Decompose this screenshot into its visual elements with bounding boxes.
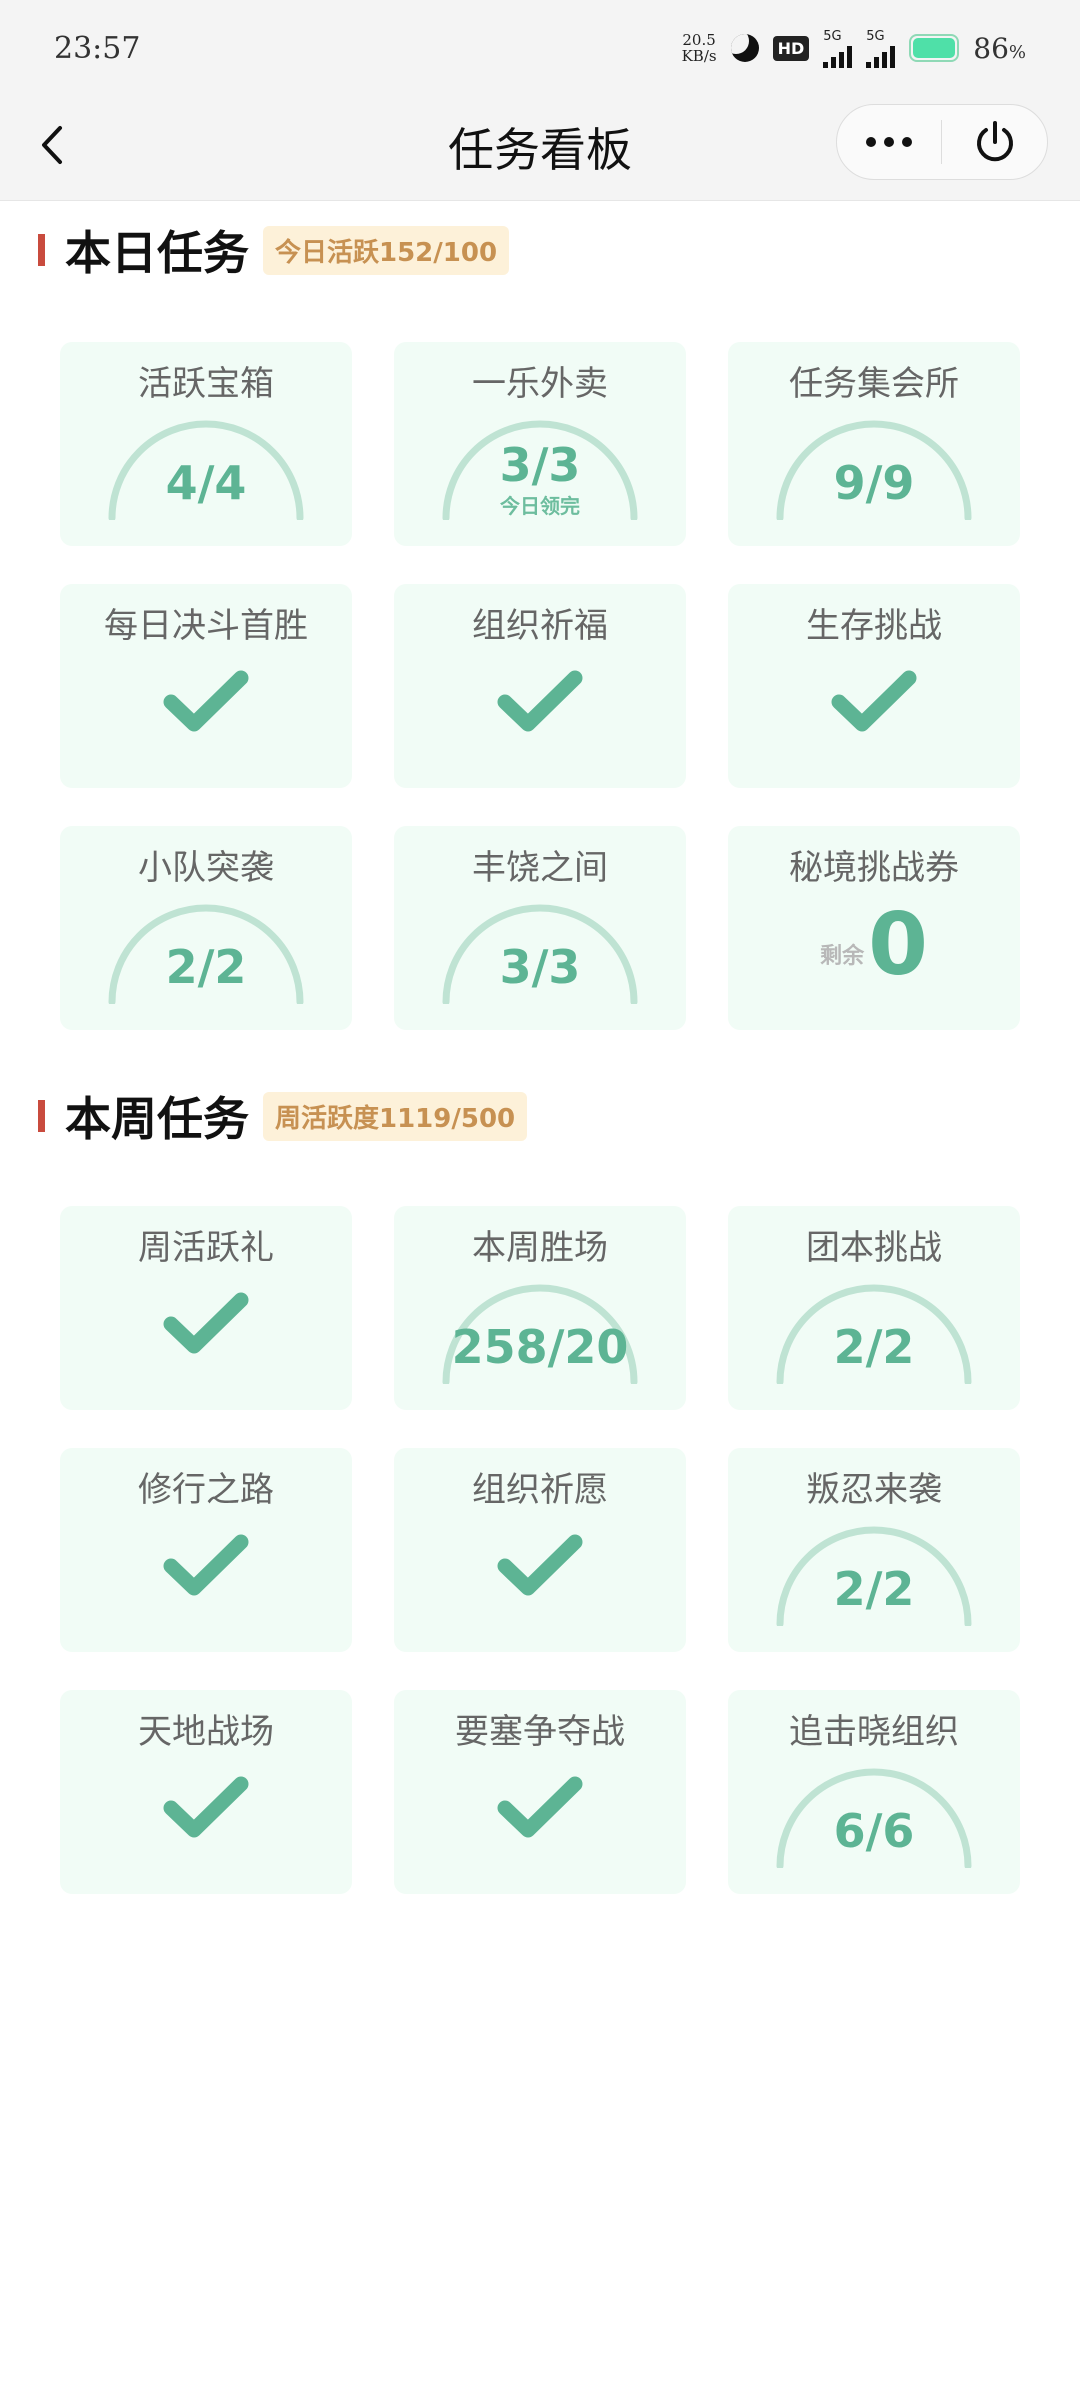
task-card[interactable]: 组织祈愿 [394, 1448, 686, 1652]
task-card[interactable]: 要塞争夺战 [394, 1690, 686, 1894]
battery-icon [909, 34, 960, 62]
checkmark-icon [497, 670, 583, 732]
task-title: 一乐外卖 [472, 364, 608, 404]
task-card[interactable]: 生存挑战 [728, 584, 1020, 788]
task-title: 丰饶之间 [472, 848, 608, 888]
task-title: 团本挑战 [806, 1228, 942, 1268]
checkmark-icon [163, 670, 249, 732]
section-marker [38, 234, 45, 266]
task-card[interactable]: 天地战场 [60, 1690, 352, 1894]
task-title: 每日决斗首胜 [104, 606, 308, 646]
task-progress: 4/4 [165, 456, 247, 510]
task-title: 叛忍来袭 [806, 1470, 942, 1510]
task-title: 活跃宝箱 [138, 364, 274, 404]
task-title: 组织祈愿 [472, 1470, 608, 1510]
hd-icon: HD [772, 35, 810, 61]
task-card[interactable]: 小队突袭 2/2 [60, 826, 352, 1030]
network-speed: 20.5 KB/s [681, 31, 717, 65]
task-title: 任务集会所 [789, 364, 959, 404]
task-title: 周活跃礼 [138, 1228, 274, 1268]
mini-program-capsule [836, 104, 1048, 180]
task-progress: 2/2 [165, 940, 247, 994]
task-progress: 3/3 [499, 940, 581, 994]
remaining-count: 剩余 0 [820, 895, 928, 995]
task-title: 修行之路 [138, 1470, 274, 1510]
task-title: 生存挑战 [806, 606, 942, 646]
status-bar: 23:57 20.5 KB/s HD 5G 5G 86% [0, 0, 1080, 96]
power-icon [976, 121, 1013, 162]
weekly-section-header: 本周任务 周活跃度1119/500 [38, 1086, 528, 1146]
activity-badge: 今日活跃152/100 [263, 225, 510, 275]
checkmark-icon [163, 1776, 249, 1838]
task-title: 追击晓组织 [789, 1712, 959, 1752]
battery-level: 86% [973, 31, 1026, 65]
close-button[interactable] [942, 105, 1047, 179]
nav-bar: 任务看板 [0, 96, 1080, 201]
task-note: 今日领完 [500, 494, 580, 518]
task-progress: 258/20 [451, 1320, 629, 1374]
task-card[interactable]: 叛忍来袭 2/2 [728, 1448, 1020, 1652]
task-card[interactable]: 任务集会所 9/9 [728, 342, 1020, 546]
checkmark-icon [497, 1776, 583, 1838]
task-title: 秘境挑战券 [789, 848, 959, 888]
checkmark-icon [163, 1292, 249, 1354]
status-icons: 20.5 KB/s HD 5G 5G 86% [682, 29, 1026, 68]
signal-icon: 5G [823, 29, 853, 68]
task-card[interactable]: 每日决斗首胜 [60, 584, 352, 788]
task-progress: 2/2 [833, 1320, 915, 1374]
task-card[interactable]: 追击晓组织 6/6 [728, 1690, 1020, 1894]
task-card[interactable]: 修行之路 [60, 1448, 352, 1652]
dot-icon [902, 137, 912, 147]
task-card[interactable]: 丰饶之间 3/3 [394, 826, 686, 1030]
task-title: 小队突袭 [138, 848, 274, 888]
task-progress: 6/6 [833, 1804, 915, 1858]
daily-section-header: 本日任务 今日活跃152/100 [38, 220, 510, 280]
task-progress: 9/9 [833, 456, 915, 510]
task-title: 天地战场 [138, 1712, 274, 1752]
moon-icon [730, 34, 759, 62]
signal-icon: 5G [866, 29, 896, 68]
checkmark-icon [163, 1534, 249, 1596]
dot-icon [866, 137, 876, 147]
task-card[interactable]: 周活跃礼 [60, 1206, 352, 1410]
checkmark-icon [831, 670, 917, 732]
section-marker [38, 1100, 45, 1132]
more-button[interactable] [837, 105, 941, 179]
task-card[interactable]: 活跃宝箱 4/4 [60, 342, 352, 546]
task-progress: 2/2 [833, 1562, 915, 1616]
checkmark-icon [497, 1534, 583, 1596]
task-card[interactable]: 团本挑战 2/2 [728, 1206, 1020, 1410]
section-title: 本日任务 [65, 226, 249, 280]
status-time: 23:57 [54, 30, 141, 66]
task-title: 要塞争夺战 [455, 1712, 625, 1752]
weekly-task-grid: 周活跃礼 本周胜场 258/20 团本挑战 2/2 修行之路 组织祈愿 叛忍来袭 2/2 天地战场… [60, 1206, 1020, 1894]
task-card[interactable]: 一乐外卖 3/3 今日领完 [394, 342, 686, 546]
dot-icon [884, 137, 894, 147]
daily-task-grid: 活跃宝箱 4/4 一乐外卖 3/3 今日领完 任务集会所 9/9 每日决斗首胜 组织祈福 生存挑战… [60, 342, 1020, 1030]
task-title: 组织祈福 [472, 606, 608, 646]
task-title: 本周胜场 [472, 1228, 608, 1268]
task-progress: 3/3 [499, 438, 581, 492]
section-title: 本周任务 [65, 1092, 249, 1146]
task-card[interactable]: 本周胜场 258/20 [394, 1206, 686, 1410]
activity-badge: 周活跃度1119/500 [263, 1091, 528, 1141]
task-card[interactable]: 秘境挑战券剩余 0 [728, 826, 1020, 1030]
task-card[interactable]: 组织祈福 [394, 584, 686, 788]
